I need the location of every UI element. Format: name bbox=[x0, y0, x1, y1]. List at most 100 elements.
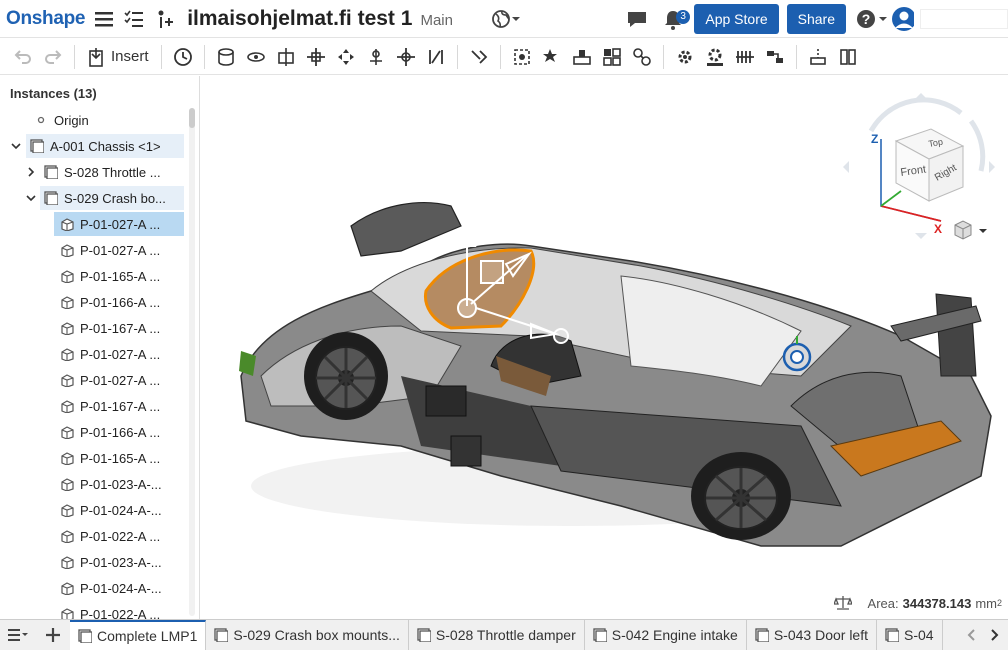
tree-item-part[interactable]: P-01-023-A-... bbox=[54, 472, 184, 496]
avatar[interactable] bbox=[892, 7, 914, 31]
rack-pinion-icon[interactable] bbox=[700, 43, 730, 71]
part-icon bbox=[61, 244, 74, 257]
tree-item-part[interactable]: P-01-022-A ... bbox=[54, 602, 184, 619]
view-cube-down-arrow[interactable] bbox=[915, 233, 927, 239]
tree-item-chassis[interactable]: A-001 Chassis <1> bbox=[26, 134, 184, 158]
ball-mate-icon[interactable] bbox=[391, 43, 421, 71]
tree-item-part[interactable]: P-01-027-A ... bbox=[54, 238, 184, 262]
revolute-mate-icon[interactable] bbox=[241, 43, 271, 71]
relation-icon[interactable] bbox=[567, 43, 597, 71]
app-store-button[interactable]: App Store bbox=[694, 4, 779, 34]
planar-mate-icon[interactable] bbox=[301, 43, 331, 71]
tab-subassembly[interactable]: S-04 bbox=[877, 619, 943, 650]
chevron-down-icon[interactable] bbox=[25, 192, 37, 204]
mate-connector-icon[interactable] bbox=[507, 43, 537, 71]
tree-item-origin[interactable]: Origin bbox=[34, 108, 89, 132]
rotate-left-arc[interactable] bbox=[868, 97, 963, 133]
assembly-tab-icon bbox=[78, 629, 92, 643]
fastened-mate-icon[interactable] bbox=[211, 43, 241, 71]
tab-assembly[interactable]: Complete LMP1 bbox=[70, 619, 207, 650]
group-icon[interactable] bbox=[537, 43, 567, 71]
tree-item-part[interactable]: P-01-167-A ... bbox=[54, 316, 184, 340]
tree-item-label: Origin bbox=[54, 112, 89, 128]
linear-relation-icon[interactable] bbox=[760, 43, 790, 71]
cylindrical-mate-icon[interactable] bbox=[331, 43, 361, 71]
area-value: 344378.143 bbox=[902, 595, 972, 611]
onshape-logo[interactable]: Onshape bbox=[6, 8, 86, 30]
tree-item-label: S-028 Throttle ... bbox=[64, 164, 161, 180]
tree-item-label: P-01-022-A ... bbox=[80, 606, 161, 620]
feature-list-icon[interactable] bbox=[123, 8, 145, 30]
history-icon[interactable] bbox=[168, 43, 198, 71]
view-cube-left-arrow[interactable] bbox=[843, 161, 849, 173]
document-title[interactable]: ilmaisohjelmat.fi test 1 bbox=[187, 7, 412, 31]
tree-item-part[interactable]: P-01-166-A ... bbox=[54, 420, 184, 444]
undo-icon[interactable] bbox=[8, 43, 38, 71]
tree-item-throttle[interactable]: S-028 Throttle ... bbox=[42, 160, 184, 184]
origin-icon bbox=[37, 116, 45, 124]
chevron-right-icon[interactable] bbox=[984, 620, 1006, 650]
replicate-icon[interactable] bbox=[597, 43, 627, 71]
globe-icon[interactable] bbox=[491, 9, 521, 29]
gear-icon[interactable] bbox=[670, 43, 700, 71]
panel-scroll-track[interactable] bbox=[189, 108, 195, 616]
tab-subassembly[interactable]: S-028 Throttle damper bbox=[409, 619, 585, 650]
graphics-viewport[interactable]: Top Front Right Z X Area: 344378.143 mm 2 bbox=[201, 76, 1008, 619]
tree-item-part[interactable]: P-01-023-A-... bbox=[54, 550, 184, 574]
tree-item-crashbox[interactable]: S-029 Crash bo... bbox=[40, 186, 184, 210]
tree-item-part[interactable]: P-01-166-A ... bbox=[54, 290, 184, 314]
chevron-right-icon[interactable] bbox=[25, 166, 37, 178]
part-icon bbox=[61, 504, 74, 517]
notifications-icon[interactable]: 3 bbox=[662, 8, 690, 30]
insert-mate-icon[interactable] bbox=[153, 8, 175, 30]
rotate-right-arc[interactable] bbox=[968, 119, 986, 172]
tree-item-part[interactable]: P-01-167-A ... bbox=[54, 394, 184, 418]
part-icon bbox=[61, 556, 74, 569]
parallel-mate-icon[interactable] bbox=[421, 43, 451, 71]
view-options-cube-icon[interactable] bbox=[951, 219, 991, 243]
tree-item-part[interactable]: P-01-165-A ... bbox=[54, 264, 184, 288]
explode-icon[interactable] bbox=[627, 43, 657, 71]
add-tab-icon[interactable] bbox=[36, 620, 70, 650]
tree-item-label: S-029 Crash bo... bbox=[64, 190, 166, 206]
tree-item-label: P-01-023-A-... bbox=[80, 476, 162, 492]
tree-item-part[interactable]: P-01-024-A-... bbox=[54, 498, 184, 522]
insert-button[interactable]: Insert bbox=[81, 47, 155, 67]
part-icon bbox=[61, 582, 74, 595]
tab-subassembly[interactable]: S-042 Engine intake bbox=[585, 619, 747, 650]
panel-scrollbar[interactable] bbox=[189, 108, 195, 128]
chevron-down-icon[interactable] bbox=[10, 140, 22, 152]
area-unit: mm bbox=[975, 595, 997, 611]
section-view-icon[interactable] bbox=[833, 43, 863, 71]
view-cube-right-arrow[interactable] bbox=[989, 161, 995, 173]
help-icon[interactable]: ? bbox=[854, 8, 890, 30]
branch-label[interactable]: Main bbox=[420, 12, 453, 29]
insert-icon bbox=[89, 47, 103, 67]
chevron-left-icon[interactable] bbox=[960, 620, 982, 650]
scale-icon[interactable] bbox=[833, 595, 852, 611]
screw-icon[interactable] bbox=[730, 43, 760, 71]
redo-icon[interactable] bbox=[38, 43, 68, 71]
slider-mate-icon[interactable] bbox=[271, 43, 301, 71]
tree-item-label: P-01-024-A-... bbox=[80, 502, 162, 518]
toolbar-divider bbox=[662, 44, 664, 69]
tangent-mate-icon[interactable] bbox=[464, 43, 494, 71]
tab-subassembly[interactable]: S-029 Crash box mounts... bbox=[206, 619, 409, 650]
tree-item-part[interactable]: P-01-027-A ... bbox=[54, 342, 184, 366]
menu-icon[interactable] bbox=[93, 8, 115, 30]
comments-icon[interactable] bbox=[626, 8, 648, 30]
tree-item-part[interactable]: P-01-027-A ... bbox=[54, 368, 184, 392]
tree-item-label: P-01-165-A ... bbox=[80, 268, 161, 284]
onshape-app: Onshape ilmaisohjelmat.fi test 1 Main 3 … bbox=[0, 0, 1008, 650]
tree-item-part[interactable]: P-01-165-A ... bbox=[54, 446, 184, 470]
tree-item-part[interactable]: P-01-024-A-... bbox=[54, 576, 184, 600]
tab-subassembly[interactable]: S-043 Door left bbox=[747, 619, 878, 650]
share-button[interactable]: Share bbox=[786, 4, 846, 34]
assembly-tab-icon bbox=[885, 628, 900, 642]
tree-item-part[interactable]: P-01-027-A ... bbox=[54, 212, 184, 236]
tab-list-icon[interactable] bbox=[0, 620, 36, 650]
pin-slot-mate-icon[interactable] bbox=[361, 43, 391, 71]
user-name-field[interactable] bbox=[920, 9, 1008, 29]
tree-item-part[interactable]: P-01-022-A ... bbox=[54, 524, 184, 548]
measure-icon[interactable] bbox=[803, 43, 833, 71]
